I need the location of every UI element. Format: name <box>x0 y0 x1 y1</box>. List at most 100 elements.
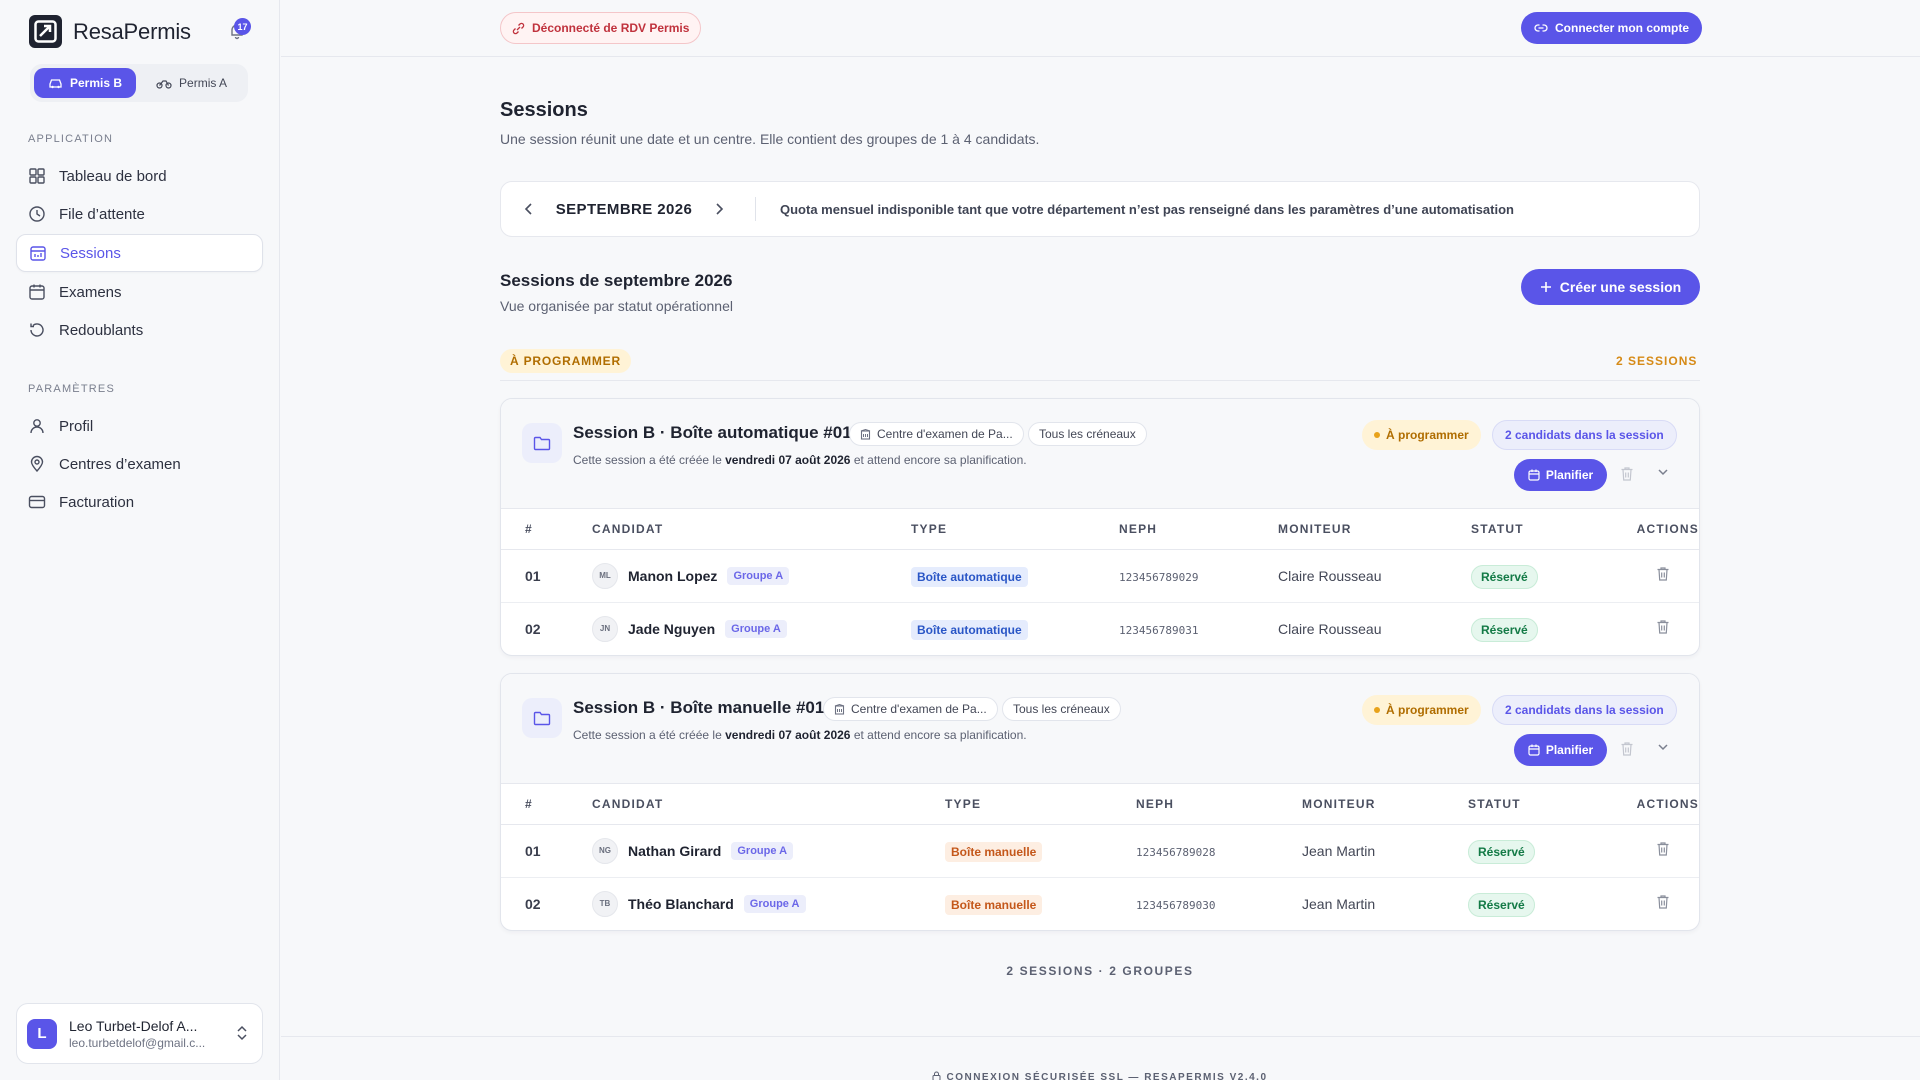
type-badge: Boîte manuelle <box>945 894 1043 915</box>
sidebar-item-label: Tableau de bord <box>59 167 167 185</box>
session-name: Session B · Boîte automatique #01 <box>573 423 852 442</box>
sidebar: ResaPermis 17 Permis B Permis A APPLICAT… <box>0 0 280 1080</box>
session-centre-chip[interactable]: Centre d'examen de Pa... <box>849 422 1024 446</box>
status-dot <box>1374 707 1380 713</box>
moniteur-cell: Claire Rousseau <box>1278 602 1471 655</box>
group-badge: Groupe A <box>731 841 794 860</box>
permis-switch: Permis B Permis A <box>30 64 248 102</box>
actions-cell <box>1613 602 1699 655</box>
sidebar-item-tableau-de-bord[interactable]: Tableau de bord <box>16 157 263 195</box>
neph-cell: 123456789029 <box>1119 549 1278 603</box>
session-header: Session B · Boîte manuelle #01 Centre d'… <box>501 674 1699 784</box>
user-menu[interactable]: L Leo Turbet-Delof A... leo.turbetdelof@… <box>16 1003 263 1064</box>
type-cell: Boîte manuelle <box>945 877 1136 930</box>
candidate-cell: NG Nathan Girard Groupe A <box>592 824 945 878</box>
unlink-icon <box>512 22 525 34</box>
trash-icon[interactable] <box>1620 466 1634 482</box>
sessions-summary: 2 SESSIONS · 2 GROUPES <box>1006 964 1194 978</box>
create-session-button[interactable]: Créer une session <box>1521 269 1700 305</box>
candidate-name[interactable]: Théo Blanchard <box>628 896 734 912</box>
sidebar-item-centres-examen[interactable]: Centres d’examen <box>16 445 263 483</box>
group-badge: Groupe A <box>727 566 790 585</box>
nav-section-parametres: PARAMÈTRES <box>28 383 115 395</box>
type-badge: Boîte automatique <box>911 619 1028 640</box>
type-cell: Boîte automatique <box>911 602 1119 655</box>
sidebar-item-examens[interactable]: Examens <box>16 273 263 311</box>
divider <box>281 1036 1920 1037</box>
sidebar-item-redoublants[interactable]: Redoublants <box>16 311 263 349</box>
sidebar-item-facturation[interactable]: Facturation <box>16 483 263 521</box>
chevron-right-icon <box>716 203 724 215</box>
session-card: Session B · Boîte automatique #01 Centre… <box>500 398 1700 656</box>
link-icon <box>1534 24 1548 32</box>
candidate-name[interactable]: Jade Nguyen <box>628 621 715 637</box>
plan-button[interactable]: Planifier <box>1514 459 1607 491</box>
candidates-count-badge: 2 candidats dans la session <box>1492 420 1677 450</box>
session-description: Cette session a été créée le vendredi 07… <box>573 728 1027 742</box>
disconnected-badge[interactable]: Déconnecté de RDV Permis <box>500 12 702 44</box>
chevron-down-icon[interactable] <box>1657 468 1669 476</box>
group-badge: Groupe A <box>743 894 806 913</box>
sidebar-item-profil[interactable]: Profil <box>16 407 263 445</box>
neph-value: 123456789028 <box>1136 845 1216 859</box>
candidate-name[interactable]: Manon Lopez <box>628 568 717 584</box>
user-name: Leo Turbet-Delof A... <box>69 1017 198 1034</box>
session-desc-date: vendredi 07 août 2026 <box>725 453 851 467</box>
type-cell: Boîte manuelle <box>945 824 1136 878</box>
neph-value: 123456789029 <box>1119 570 1199 584</box>
nav-section-application: APPLICATION <box>28 133 114 145</box>
next-month-button[interactable] <box>699 202 739 216</box>
session-desc-suffix: et attend encore sa planification. <box>850 453 1027 467</box>
session-creneaux-chip[interactable]: Tous les créneaux <box>1028 422 1147 446</box>
column-header: ACTIONS <box>1613 784 1699 825</box>
reserved-badge: Réservé <box>1468 892 1535 917</box>
row-number: 01 <box>501 549 592 603</box>
chevron-down-icon[interactable] <box>1657 743 1669 751</box>
plus-icon <box>1540 282 1551 292</box>
building-icon <box>834 703 845 715</box>
car-icon <box>49 79 62 89</box>
trash-icon[interactable] <box>1656 841 1670 857</box>
sidebar-item-label: Examens <box>59 283 122 301</box>
table-row[interactable]: 02 JN Jade Nguyen Groupe A Boîte automatiq… <box>501 602 1699 655</box>
session-header: Session B · Boîte automatique #01 Centre… <box>501 399 1699 509</box>
motorcycle-icon <box>156 80 172 89</box>
session-centre-chip[interactable]: Centre d'examen de Pa... <box>823 697 998 721</box>
connect-account-button[interactable]: Connecter mon compte <box>1521 12 1703 44</box>
sidebar-item-file-attente[interactable]: File d’attente <box>16 195 263 233</box>
table-row[interactable]: 02 TB Théo Blanchard Groupe A Boîte manuel… <box>501 877 1699 930</box>
moniteur-name: Claire Rousseau <box>1278 567 1382 584</box>
permis-a-button[interactable]: Permis A <box>142 68 241 98</box>
status-group-badge: À PROGRAMMER <box>500 349 631 373</box>
neph-value: 123456789031 <box>1119 623 1199 637</box>
clock-icon <box>29 206 45 222</box>
reserved-badge: Réservé <box>1471 564 1538 589</box>
statut-cell: Réservé <box>1471 602 1613 655</box>
sidebar-item-sessions[interactable]: Sessions <box>16 234 263 272</box>
plan-button[interactable]: Planifier <box>1514 734 1607 766</box>
permis-b-button[interactable]: Permis B <box>34 68 137 98</box>
calendar-icon <box>1528 744 1540 756</box>
session-creneaux: Tous les créneaux <box>1039 427 1136 441</box>
trash-icon[interactable] <box>1656 619 1670 635</box>
candidate-name[interactable]: Nathan Girard <box>628 843 721 859</box>
candidates-count-badge: 2 candidats dans la session <box>1492 695 1677 725</box>
trash-icon[interactable] <box>1656 566 1670 582</box>
session-creneaux-chip[interactable]: Tous les créneaux <box>1002 697 1121 721</box>
permis-a-label: Permis A <box>179 76 228 90</box>
section-title: Sessions de septembre 2026 <box>500 271 733 290</box>
trash-icon[interactable] <box>1656 894 1670 910</box>
brand[interactable]: ResaPermis <box>29 15 191 48</box>
permis-b-label: Permis B <box>70 76 123 90</box>
table-row[interactable]: 01 ML Manon Lopez Groupe A Boîte automatiq… <box>501 549 1699 603</box>
current-month: SEPTEMBRE 2026 <box>555 200 693 218</box>
prev-month-button[interactable] <box>509 202 549 216</box>
section-subtitle: Vue organisée par statut opérationnel <box>500 298 733 314</box>
neph-cell: 123456789030 <box>1136 877 1302 930</box>
column-header: NEPH <box>1136 784 1302 825</box>
table-row[interactable]: 01 NG Nathan Girard Groupe A Boîte manuell… <box>501 824 1699 878</box>
chevron-up-down-icon <box>237 1025 247 1041</box>
trash-icon[interactable] <box>1620 741 1634 757</box>
column-header: NEPH <box>1119 509 1278 550</box>
column-header: ACTIONS <box>1613 509 1699 550</box>
